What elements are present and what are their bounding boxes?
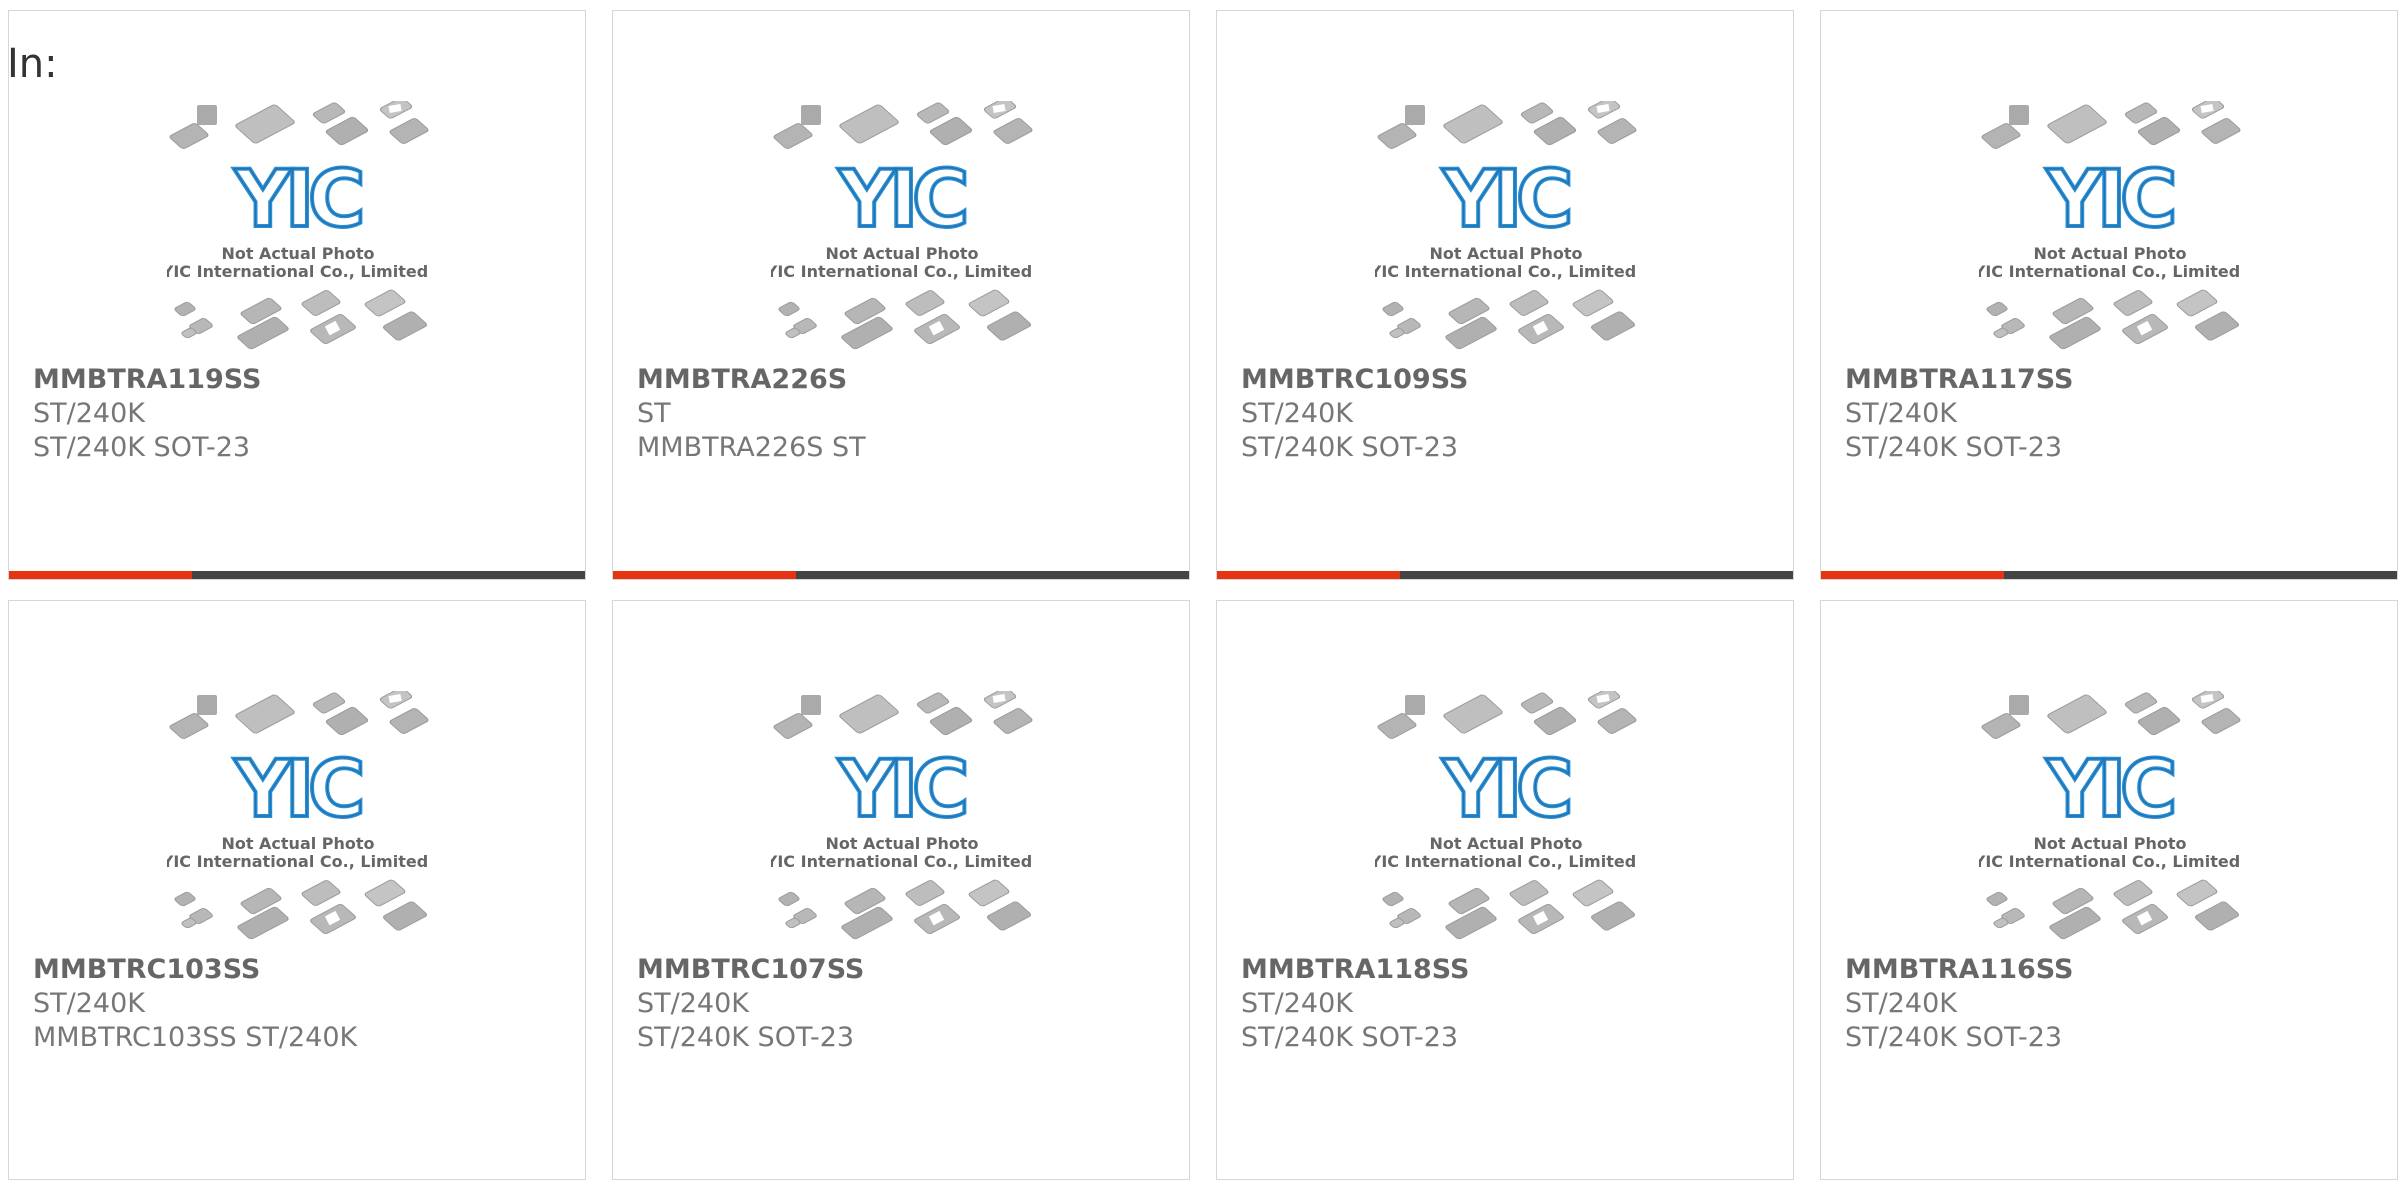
product-card[interactable]: YIC YIC Not Actual Photo YIC International … xyxy=(612,10,1190,580)
manufacturer-package: ST/240K xyxy=(33,988,145,1019)
not-actual-photo-graphic: YICYICNot Actual PhotoYIC International … xyxy=(771,101,1033,350)
description: MMBTRA226S ST xyxy=(637,432,866,463)
product-photo: YIC YIC Not Actual Photo YIC International … xyxy=(1375,691,1637,941)
svg-text:YIC: YIC xyxy=(234,155,362,245)
part-number[interactable]: MMBTRC107SS xyxy=(637,953,864,987)
manufacturer-package: ST/240K xyxy=(1845,988,1957,1019)
not-actual-photo-graphic: YICYICNot Actual PhotoYIC International … xyxy=(167,691,429,940)
product-photo: YIC YIC Not Actual Photo YIC International … xyxy=(167,691,429,941)
svg-text:YIC: YIC xyxy=(2046,155,2174,245)
not-actual-photo-graphic: YICYICNot Actual PhotoYIC International … xyxy=(1375,101,1637,350)
description: ST/240K SOT-23 xyxy=(1845,432,2063,463)
not-actual-photo-graphic: YICYICNot Actual PhotoYIC International … xyxy=(1979,691,2241,940)
product-card[interactable]: YIC YIC Not Actual Photo YIC International … xyxy=(1216,10,1794,580)
svg-text:YIC: YIC xyxy=(838,745,966,835)
svg-text:YIC: YIC xyxy=(234,745,362,835)
description: MMBTRC103SS ST/240K xyxy=(33,1022,358,1053)
product-photo: YIC YIC Not Actual Photo YIC International … xyxy=(167,101,429,351)
svg-text:YIC: YIC xyxy=(838,155,966,245)
svg-text:Not Actual Photo: Not Actual Photo xyxy=(221,244,374,263)
description: ST/240K SOT-23 xyxy=(33,432,251,463)
product-card[interactable]: YIC YIC Not Actual Photo YIC International … xyxy=(8,10,586,580)
product-card[interactable]: YIC YIC Not Actual Photo YIC International … xyxy=(1216,600,1794,1180)
card-bottom-bar xyxy=(613,571,1189,579)
card-accent-bar xyxy=(9,571,192,579)
manufacturer-package: ST/240K xyxy=(1241,398,1353,429)
card-accent-bar xyxy=(1217,571,1400,579)
not-actual-photo-graphic: YICYICNot Actual PhotoYIC International … xyxy=(1375,691,1637,940)
product-card[interactable]: YIC YIC Not Actual Photo YIC International … xyxy=(612,600,1190,1180)
description: ST/240K SOT-23 xyxy=(1845,1022,2063,1053)
card-accent-bar xyxy=(613,571,796,579)
in-label: In: xyxy=(7,41,58,87)
svg-text:Not Actual Photo: Not Actual Photo xyxy=(2033,244,2186,263)
svg-text:Not Actual Photo: Not Actual Photo xyxy=(825,834,978,853)
svg-text:Not Actual Photo: Not Actual Photo xyxy=(825,244,978,263)
product-photo: YIC YIC Not Actual Photo YIC International … xyxy=(771,101,1033,351)
card-bottom-bar xyxy=(1217,571,1793,579)
part-number[interactable]: MMBTRA119SS xyxy=(33,363,261,397)
product-photo: YIC YIC Not Actual Photo YIC International … xyxy=(1375,101,1637,351)
product-photo: YIC YIC Not Actual Photo YIC International … xyxy=(1979,101,2241,351)
product-photo: YIC YIC Not Actual Photo YIC International … xyxy=(771,691,1033,941)
svg-text:YIC: YIC xyxy=(1442,745,1570,835)
product-card[interactable]: YIC YIC Not Actual Photo YIC International … xyxy=(8,600,586,1180)
svg-text:YIC International Co., Limited: YIC International Co., Limited. xyxy=(771,262,1033,281)
svg-text:Not Actual Photo: Not Actual Photo xyxy=(1429,244,1582,263)
manufacturer-package: ST xyxy=(637,398,671,429)
part-number[interactable]: MMBTRC103SS xyxy=(33,953,260,987)
svg-text:Not Actual Photo: Not Actual Photo xyxy=(2033,834,2186,853)
description: ST/240K SOT-23 xyxy=(637,1022,855,1053)
description: ST/240K SOT-23 xyxy=(1241,432,1459,463)
manufacturer-package: ST/240K xyxy=(1241,988,1353,1019)
part-number[interactable]: MMBTRA118SS xyxy=(1241,953,1469,987)
manufacturer-package: ST/240K xyxy=(637,988,749,1019)
description: ST/240K SOT-23 xyxy=(1241,1022,1459,1053)
svg-text:YIC: YIC xyxy=(2046,745,2174,835)
svg-text:YIC International Co., Limited: YIC International Co., Limited. xyxy=(1375,262,1637,281)
part-number[interactable]: MMBTRA117SS xyxy=(1845,363,2073,397)
svg-text:YIC International Co., Limited: YIC International Co., Limited. xyxy=(1375,852,1637,871)
product-card[interactable]: YIC YIC Not Actual Photo YIC International … xyxy=(1820,600,2398,1180)
product-photo: YIC YIC Not Actual Photo YIC International … xyxy=(1979,691,2241,941)
card-accent-bar xyxy=(1821,571,2004,579)
manufacturer-package: ST/240K xyxy=(1845,398,1957,429)
svg-text:YIC: YIC xyxy=(1442,155,1570,245)
svg-text:Not Actual Photo: Not Actual Photo xyxy=(1429,834,1582,853)
svg-text:Not Actual Photo: Not Actual Photo xyxy=(221,834,374,853)
manufacturer-package: ST/240K xyxy=(33,398,145,429)
part-number[interactable]: MMBTRA226S xyxy=(637,363,847,397)
not-actual-photo-graphic: YICYICNot Actual PhotoYIC International … xyxy=(771,691,1033,940)
svg-text:YIC International Co., Limited: YIC International Co., Limited. xyxy=(1979,262,2241,281)
svg-text:YIC International Co., Limited: YIC International Co., Limited. xyxy=(1979,852,2241,871)
card-bottom-bar xyxy=(1821,571,2397,579)
svg-text:YIC International Co., Limited: YIC International Co., Limited. xyxy=(167,262,429,281)
svg-text:YIC International Co., Limited: YIC International Co., Limited. xyxy=(771,852,1033,871)
svg-text:YIC International Co., Limited: YIC International Co., Limited. xyxy=(167,852,429,871)
card-bottom-bar xyxy=(9,571,585,579)
not-actual-photo-graphic: YICYICNot Actual PhotoYIC International … xyxy=(167,101,429,350)
product-card[interactable]: YIC YIC Not Actual Photo YIC International … xyxy=(1820,10,2398,580)
not-actual-photo-graphic: YICYICNot Actual PhotoYIC International … xyxy=(1979,101,2241,350)
part-number[interactable]: MMBTRA116SS xyxy=(1845,953,2073,987)
part-number[interactable]: MMBTRC109SS xyxy=(1241,363,1468,397)
